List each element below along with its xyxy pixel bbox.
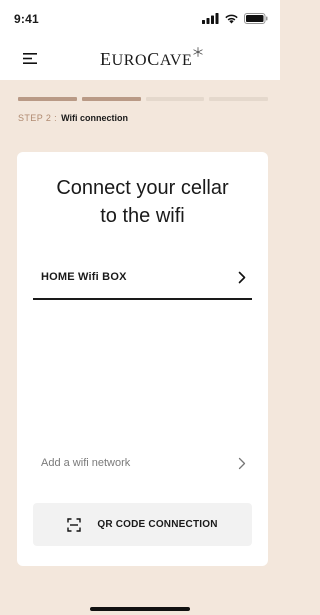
qr-code-connection-button[interactable]: QR CODE CONNECTION [33,503,252,546]
chevron-right-icon [238,457,252,470]
hamburger-menu-icon [23,52,37,64]
card-title-line2: to the wifi [100,205,185,227]
card-title: Connect your cellar to the wifi [17,174,268,230]
progress-segment [209,97,268,101]
step-indicator: STEP 2 : Wifi connection [18,113,128,123]
qr-button-label: QR CODE CONNECTION [97,519,218,530]
chevron-right-icon [238,271,252,284]
battery-icon [244,12,268,24]
step-progress-bar [18,97,268,101]
eurocave-logo: EUROCAVE [100,46,204,72]
qr-scan-icon [67,517,82,532]
add-wifi-network-row[interactable]: Add a wifi network [33,450,252,476]
status-icons [202,12,268,24]
step-name: Wifi connection [61,113,128,123]
progress-segment [145,97,205,101]
app-header: EUROCAVE [0,38,280,80]
menu-button[interactable] [20,48,40,68]
snowflake-icon [193,47,204,57]
card-title-line1: Connect your cellar [56,177,229,199]
signal-icon [202,12,219,24]
step-label: STEP 2 : [18,113,58,123]
home-indicator [90,607,190,611]
add-network-label: Add a wifi network [41,457,131,469]
progress-segment [18,97,77,101]
progress-segment [81,97,141,101]
wifi-card: Connect your cellar to the wifi HOME Wif… [17,152,268,566]
selected-network-name: HOME Wifi BOX [41,271,127,283]
wifi-icon [225,14,238,23]
selected-network-row[interactable]: HOME Wifi BOX [33,256,252,300]
status-bar: 9:41 [0,0,280,38]
logo-text: EUROCAVE [100,49,193,69]
status-time: 9:41 [14,12,39,26]
